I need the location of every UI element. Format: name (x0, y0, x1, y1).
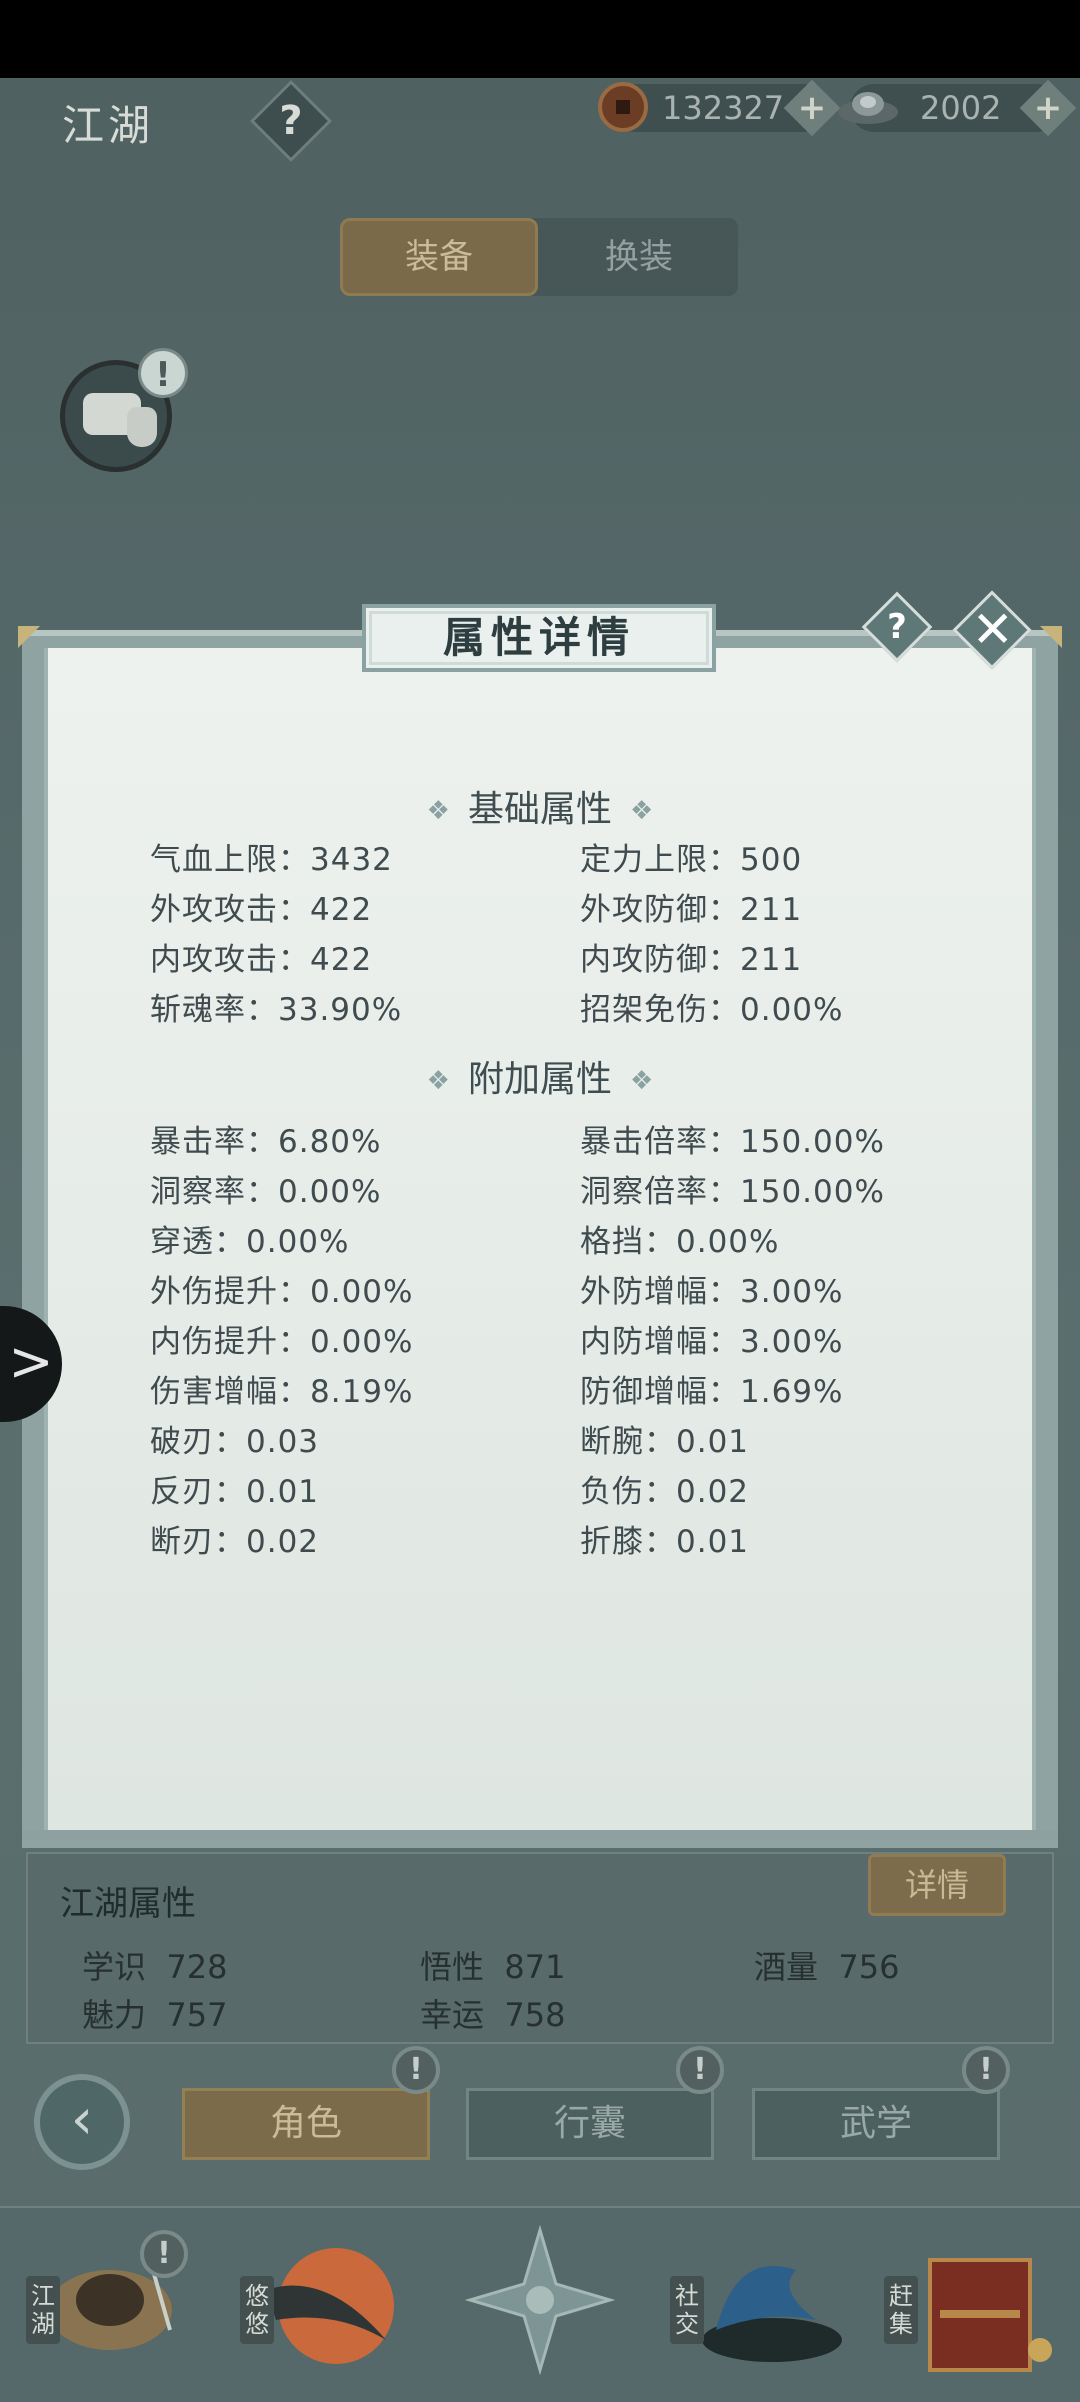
stat-comprehension: 悟性 871 (420, 1948, 566, 1986)
attr-sever-blade: 断刃：0.02 (150, 1524, 320, 1560)
diamond-ornament-icon: ❖ (630, 796, 654, 826)
attr-outer-defense: 外攻防御：211 (580, 892, 803, 928)
attr-break-blade: 破刃：0.03 (150, 1424, 320, 1460)
dock-social[interactable]: 社交 (666, 2220, 842, 2390)
attr-dmg-amplify: 伤害增幅：8.19% (150, 1374, 414, 1410)
silver-ingot-icon (838, 92, 898, 124)
ingot-amount: 2002 (920, 89, 1002, 127)
stat-knowledge: 学识 728 (82, 1948, 228, 1986)
extra-attributes-heading: ❖ 附加属性 ❖ (426, 1059, 654, 1100)
attr-wrist-break: 断腕：0.01 (580, 1424, 750, 1460)
attr-inner-attack: 内攻攻击：422 (150, 942, 373, 978)
attr-parry-reduction: 招架免伤：0.00% (580, 992, 844, 1028)
attr-outer-dmg-boost: 外伤提升：0.00% (150, 1274, 414, 1310)
dock-label: 江湖 (26, 2276, 60, 2344)
add-coins-button[interactable]: + (783, 79, 841, 137)
chevron-right-icon: > (8, 1330, 54, 1393)
dock-youyou[interactable]: 悠悠 (236, 2220, 396, 2390)
tab-character[interactable]: 角色 (182, 2088, 430, 2160)
attr-penetration: 穿透：0.00% (150, 1224, 350, 1260)
attr-inner-defense: 内攻防御：211 (580, 942, 803, 978)
attr-max-focus: 定力上限：500 (580, 842, 803, 878)
attr-insight-rate: 洞察率：0.00% (150, 1174, 382, 1210)
add-ingots-button[interactable]: + (1019, 79, 1077, 137)
attr-outer-def-boost: 外防增幅：3.00% (580, 1274, 844, 1310)
modal-title: 属性详情 (362, 604, 716, 672)
attr-knee-break: 折膝：0.01 (580, 1524, 750, 1560)
martial-arts-alert-badge: ! (962, 2046, 1010, 2094)
diamond-ornament-icon: ❖ (426, 796, 450, 826)
diamond-ornament-icon: ❖ (630, 1066, 654, 1096)
attr-def-amplify: 防御增幅：1.69% (580, 1374, 844, 1410)
tab-inventory[interactable]: 行囊 (466, 2088, 714, 2160)
modal-bottom-border (22, 1830, 1058, 1840)
attr-soul-slash-rate: 斩魂率：33.90% (150, 992, 403, 1028)
detail-button[interactable]: 详情 (868, 1854, 1006, 1916)
attr-crit-multiplier: 暴击倍率：150.00% (580, 1124, 885, 1160)
attr-insight-multiplier: 洞察倍率：150.00% (580, 1174, 885, 1210)
attr-inner-dmg-boost: 内伤提升：0.00% (150, 1324, 414, 1360)
status-bar (0, 0, 1080, 78)
dock-label: 赶集 (884, 2276, 918, 2344)
page-title: 江湖 (62, 101, 155, 150)
coin-amount: 132327 (662, 89, 785, 127)
tab-martial-arts[interactable]: 武学 (752, 2088, 1000, 2160)
dock-alert-badge: ! (140, 2230, 188, 2278)
question-icon: ? (279, 98, 303, 144)
dock-label: 社交 (670, 2276, 704, 2344)
back-arrow-icon: ‹ (70, 2087, 94, 2152)
attr-block: 格挡：0.00% (580, 1224, 780, 1260)
attr-crit-rate: 暴击率：6.80% (150, 1124, 382, 1160)
base-attributes-heading: ❖ 基础属性 ❖ (426, 789, 654, 830)
dock-market[interactable]: 赶集 (880, 2220, 1052, 2390)
equipment-tabs: 装备 换装 (340, 218, 738, 296)
jianghu-attributes-title: 江湖属性 (60, 1884, 196, 1924)
attr-outer-attack: 外攻攻击：422 (150, 892, 373, 928)
dock-center[interactable] (460, 2220, 620, 2390)
stat-luck: 幸运 758 (420, 1996, 566, 2034)
question-icon: ? (887, 607, 907, 647)
stat-charm: 魅力 757 (82, 1996, 228, 2034)
diamond-ornament-icon: ❖ (426, 1066, 450, 1096)
attr-counter-blade: 反刃：0.01 (150, 1474, 320, 1510)
inventory-alert-badge: ! (676, 2046, 724, 2094)
wine-jar-icon (127, 407, 157, 447)
close-icon: ✕ (971, 600, 1014, 659)
character-alert-badge: ! (392, 2046, 440, 2094)
coin-icon (598, 82, 648, 132)
attr-wound: 负伤：0.02 (580, 1474, 750, 1510)
back-button[interactable]: ‹ (34, 2074, 130, 2170)
attr-inner-def-boost: 内防增幅：3.00% (580, 1324, 844, 1360)
chat-alert-badge: ! (138, 348, 188, 398)
attr-max-hp: 气血上限：3432 (150, 842, 393, 878)
tab-equip[interactable]: 装备 (340, 218, 538, 296)
dock-label: 悠悠 (240, 2276, 274, 2344)
tab-change-outfit[interactable]: 换装 (540, 218, 738, 296)
stat-drinking: 酒量 756 (754, 1948, 900, 1986)
compass-star-icon (464, 2224, 616, 2376)
